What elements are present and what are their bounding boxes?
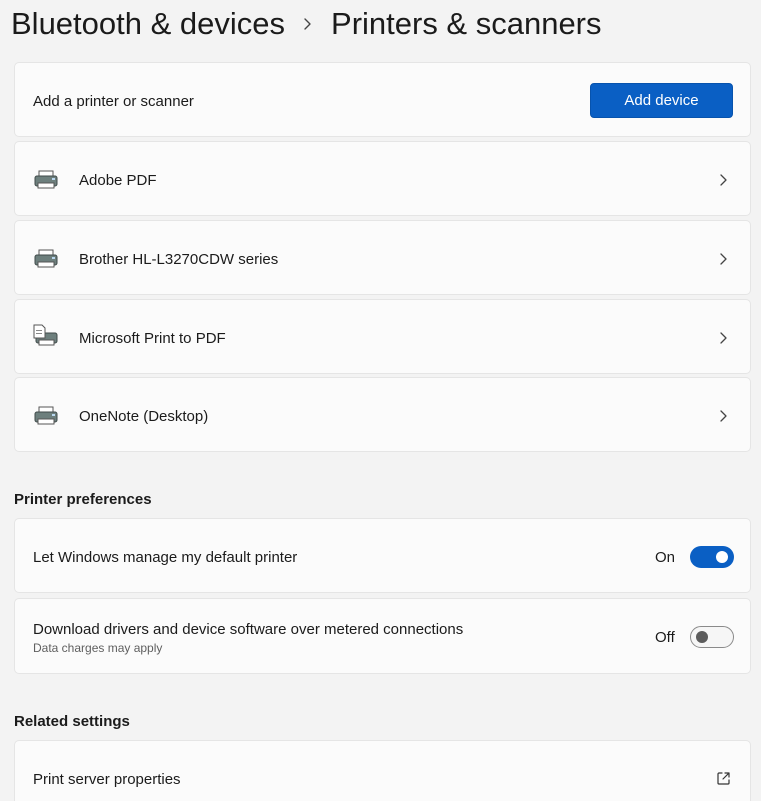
printer-row-adobe-pdf[interactable]: Adobe PDF — [14, 141, 751, 216]
printer-row-brother[interactable]: Brother HL-L3270CDW series — [14, 220, 751, 295]
breadcrumb: Bluetooth & devices Printers & scanners — [11, 2, 602, 46]
manage-default-printer-row: Let Windows manage my default printer On — [14, 518, 751, 593]
metered-download-row: Download drivers and device software ove… — [14, 598, 751, 674]
add-device-button[interactable]: Add device — [590, 83, 733, 118]
print-server-properties-label: Print server properties — [33, 771, 181, 788]
add-printer-label: Add a printer or scanner — [33, 93, 194, 110]
manage-default-printer-label: Let Windows manage my default printer — [33, 549, 298, 566]
printer-name: OneNote (Desktop) — [79, 408, 209, 425]
manage-default-printer-toggle[interactable] — [690, 546, 734, 568]
related-settings-heading: Related settings — [14, 713, 130, 730]
page-title: Printers & scanners — [331, 6, 602, 41]
toggle-state-text: On — [655, 549, 676, 566]
chevron-right-icon — [720, 174, 727, 186]
chevron-right-icon — [720, 253, 727, 265]
toggle-knob — [696, 631, 708, 643]
printer-row-microsoft-print-to-pdf[interactable]: Microsoft Print to PDF — [14, 299, 751, 374]
printer-preferences-heading: Printer preferences — [14, 491, 152, 508]
printer-row-onenote[interactable]: OneNote (Desktop) — [14, 377, 751, 452]
printer-document-icon — [33, 324, 58, 346]
printer-name: Brother HL-L3270CDW series — [79, 251, 279, 268]
toggle-knob — [716, 551, 728, 563]
toggle-state-text: Off — [655, 629, 675, 646]
printers-scanners-page: Bluetooth & devices Printers & scanners … — [0, 0, 761, 801]
chevron-right-icon — [285, 17, 331, 31]
metered-download-description: Data charges may apply — [33, 641, 163, 655]
metered-download-label: Download drivers and device software ove… — [33, 621, 464, 638]
open-external-icon — [717, 772, 730, 785]
printer-name: Microsoft Print to PDF — [79, 330, 226, 347]
printer-name: Adobe PDF — [79, 172, 157, 189]
print-server-properties-row[interactable]: Print server properties — [14, 740, 751, 801]
printer-icon — [34, 249, 58, 268]
printer-icon — [34, 170, 58, 189]
metered-download-toggle[interactable] — [690, 626, 734, 648]
printer-icon — [34, 406, 58, 425]
add-printer-card: Add a printer or scanner Add device — [14, 62, 751, 137]
breadcrumb-parent[interactable]: Bluetooth & devices — [11, 6, 285, 42]
chevron-right-icon — [720, 410, 727, 422]
chevron-right-icon — [720, 332, 727, 344]
